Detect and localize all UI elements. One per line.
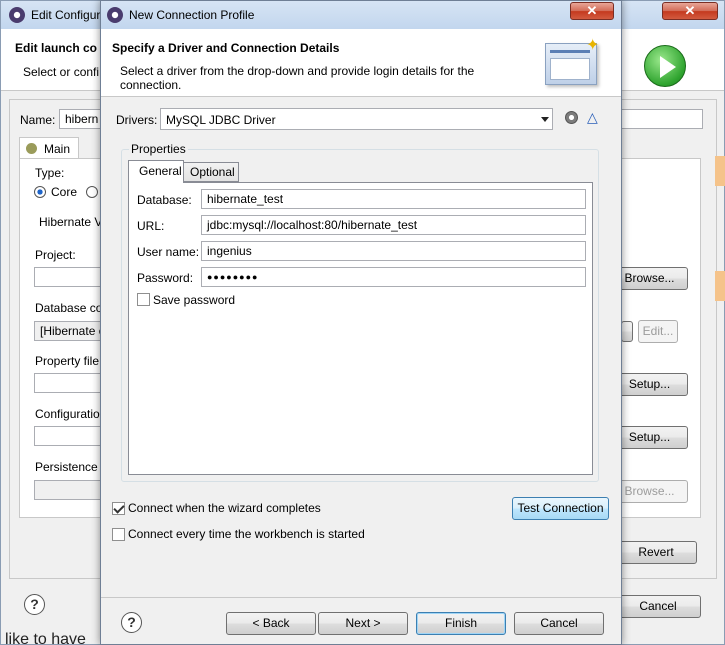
tab-optional[interactable]: Optional bbox=[183, 162, 239, 182]
dialog-close-button[interactable]: ✕ bbox=[570, 2, 614, 20]
type-other-radio[interactable] bbox=[86, 186, 98, 198]
database-input[interactable]: hibernate_test bbox=[201, 189, 586, 209]
browse-button-1[interactable]: Browse... bbox=[611, 267, 688, 290]
password-label: Password: bbox=[137, 271, 194, 285]
dialog-header-title: Specify a Driver and Connection Details bbox=[112, 41, 340, 55]
url-input[interactable]: jdbc:mysql://localhost:80/hibernate_test bbox=[201, 215, 586, 235]
setup-button-1[interactable]: Setup... bbox=[611, 373, 688, 396]
property-file-label: Property file bbox=[35, 354, 100, 368]
back-close-button[interactable]: ✕ bbox=[662, 2, 718, 20]
url-label: URL: bbox=[137, 219, 165, 233]
dialog-header-sub: Select a driver from the drop-down and p… bbox=[120, 64, 475, 92]
tab-general[interactable]: General bbox=[128, 160, 184, 183]
right-edge-strip-2 bbox=[715, 271, 725, 301]
password-input[interactable]: ●●●●●●●● bbox=[201, 267, 586, 287]
connect-when-completes-label: Connect when the wizard completes bbox=[128, 501, 321, 515]
hibernate-version-label: Hibernate V bbox=[39, 215, 103, 229]
new-driver-icon[interactable] bbox=[565, 111, 578, 124]
run-icon bbox=[644, 45, 686, 87]
cancel-button[interactable]: Cancel bbox=[514, 612, 604, 635]
connect-every-time-label: Connect every time the workbench is star… bbox=[128, 527, 365, 541]
db-connection-select[interactable]: [Hibernate c bbox=[34, 321, 104, 341]
next-button[interactable]: Next > bbox=[318, 612, 408, 635]
edit-button[interactable]: Edit... bbox=[638, 320, 678, 343]
setup-button-2[interactable]: Setup... bbox=[611, 426, 688, 449]
connect-every-time-checkbox[interactable] bbox=[112, 528, 125, 541]
persistence-label: Persistence bbox=[35, 460, 98, 474]
chevron-down-icon bbox=[541, 117, 549, 122]
dialog-title: New Connection Profile bbox=[129, 8, 255, 22]
dialog-help-icon[interactable]: ? bbox=[121, 612, 142, 633]
tab-main[interactable]: Main bbox=[19, 137, 79, 159]
drivers-select[interactable]: MySQL JDBC Driver bbox=[160, 108, 553, 130]
main-tab-icon bbox=[26, 143, 37, 154]
username-label: User name: bbox=[137, 245, 200, 259]
database-label: Database: bbox=[137, 193, 192, 207]
back-cancel-button[interactable]: Cancel bbox=[615, 595, 701, 618]
browse-button-2[interactable]: Browse... bbox=[611, 480, 688, 503]
back-button[interactable]: < Back bbox=[226, 612, 316, 635]
background-page-text: like to have bbox=[5, 631, 86, 645]
property-file-input[interactable] bbox=[34, 373, 104, 393]
finish-button[interactable]: Finish bbox=[416, 612, 506, 635]
wizard-star-icon: ✦ bbox=[586, 37, 600, 54]
save-password-checkbox[interactable] bbox=[137, 293, 150, 306]
connect-when-completes-checkbox[interactable] bbox=[112, 502, 125, 515]
test-connection-button[interactable]: Test Connection bbox=[512, 497, 609, 520]
revert-button[interactable]: Revert bbox=[615, 541, 697, 564]
drivers-label: Drivers: bbox=[116, 113, 158, 127]
name-label: Name: bbox=[20, 113, 56, 127]
right-edge-strip bbox=[715, 156, 725, 186]
project-label: Project: bbox=[35, 248, 76, 262]
dialog-eclipse-icon bbox=[107, 7, 123, 23]
persistence-input[interactable] bbox=[34, 480, 104, 500]
save-password-label: Save password bbox=[153, 293, 236, 307]
eclipse-icon bbox=[9, 7, 25, 23]
dialog-footer-separator bbox=[101, 597, 621, 598]
type-label: Type: bbox=[35, 166, 65, 180]
back-header-title: Edit launch co bbox=[15, 41, 98, 55]
type-core-radio[interactable] bbox=[34, 186, 46, 198]
back-help-icon[interactable]: ? bbox=[24, 594, 45, 615]
properties-label: Properties bbox=[129, 142, 188, 156]
db-connection-label: Database co bbox=[35, 301, 103, 315]
type-core-label: Core bbox=[51, 185, 78, 199]
configuration-input[interactable] bbox=[34, 426, 104, 446]
play-icon bbox=[660, 56, 676, 78]
configuration-label: Configuratio bbox=[35, 407, 100, 421]
db-connection-dropdown-button[interactable] bbox=[621, 321, 633, 342]
edit-driver-icon[interactable]: △ bbox=[587, 109, 598, 126]
new-connection-profile-dialog: New Connection Profile ✕ Specify a Drive… bbox=[100, 0, 622, 645]
back-header-sub: Select or confi bbox=[23, 65, 100, 79]
username-input[interactable]: ingenius bbox=[201, 241, 586, 261]
name-input-right[interactable] bbox=[619, 109, 703, 129]
project-input[interactable] bbox=[34, 267, 104, 287]
